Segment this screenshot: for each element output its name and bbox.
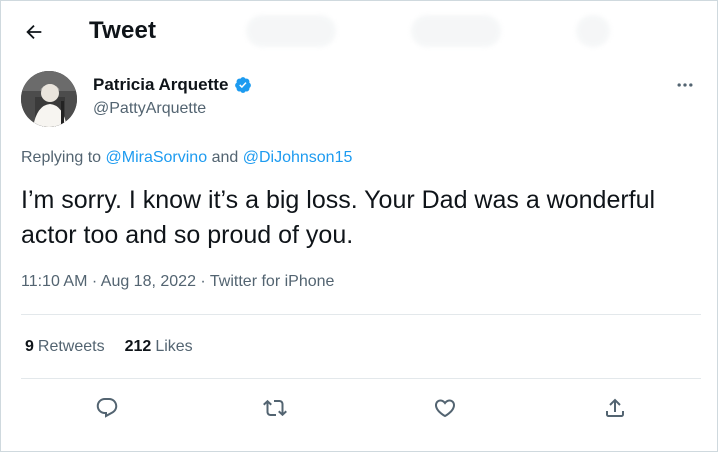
verified-badge-icon xyxy=(235,77,252,93)
author-name-text: Patricia Arquette xyxy=(93,75,229,94)
retweets-count: 9 xyxy=(25,338,34,355)
page-title: Tweet xyxy=(89,17,157,44)
retweet-button[interactable] xyxy=(260,393,290,423)
share-button[interactable] xyxy=(600,393,630,423)
retweets-stat[interactable]: 9 Retweets xyxy=(25,338,105,356)
divider xyxy=(21,314,701,315)
tweet-actions xyxy=(1,393,717,423)
replying-to: Replying to @MiraSorvino and @DiJohnson1… xyxy=(21,149,352,167)
replying-prefix: Replying to xyxy=(21,149,102,166)
avatar-image xyxy=(21,71,77,127)
more-button[interactable] xyxy=(675,75,695,100)
replying-conjunction: and xyxy=(211,149,239,166)
heart-icon xyxy=(434,399,456,418)
tweet-text: I’m sorry. I know it’s a big loss. Your … xyxy=(21,186,656,249)
reply-button[interactable] xyxy=(92,393,122,423)
divider xyxy=(21,378,701,379)
tweet-date[interactable]: Aug 18, 2022 xyxy=(101,273,196,290)
like-button[interactable] xyxy=(430,393,460,423)
likes-count: 212 xyxy=(124,338,152,355)
blurred-nav-item xyxy=(576,15,610,47)
meta-separator: · xyxy=(200,273,206,290)
avatar[interactable] xyxy=(21,71,77,127)
back-button[interactable] xyxy=(17,15,51,49)
mention-link[interactable]: @DiJohnson15 xyxy=(243,149,353,166)
reply-icon xyxy=(96,398,118,418)
meta-separator: · xyxy=(91,273,98,290)
tweet-source[interactable]: Twitter for iPhone xyxy=(210,273,335,290)
share-icon xyxy=(606,398,624,417)
top-bar: Tweet xyxy=(1,1,717,63)
tweet-time[interactable]: 11:10 AM xyxy=(21,273,87,290)
blurred-nav-item xyxy=(246,15,336,47)
blurred-nav-item xyxy=(411,15,501,47)
author-name[interactable]: Patricia Arquette xyxy=(93,75,252,95)
tweet-stats: 9 Retweets 212 Likes xyxy=(25,338,193,356)
retweets-label: Retweets xyxy=(37,338,105,355)
tweet-page: Tweet Patricia Arquette @PattyArquette R… xyxy=(0,0,718,452)
likes-stat[interactable]: 212 Likes xyxy=(125,338,193,356)
more-icon xyxy=(677,83,693,87)
retweet-icon xyxy=(263,399,287,417)
tweet-meta: 11:10 AM · Aug 18, 2022 · Twitter for iP… xyxy=(21,273,334,291)
likes-label: Likes xyxy=(155,338,193,355)
mention-link[interactable]: @MiraSorvino xyxy=(106,149,208,166)
author-handle[interactable]: @PattyArquette xyxy=(93,100,206,118)
arrow-left-icon xyxy=(26,24,42,40)
